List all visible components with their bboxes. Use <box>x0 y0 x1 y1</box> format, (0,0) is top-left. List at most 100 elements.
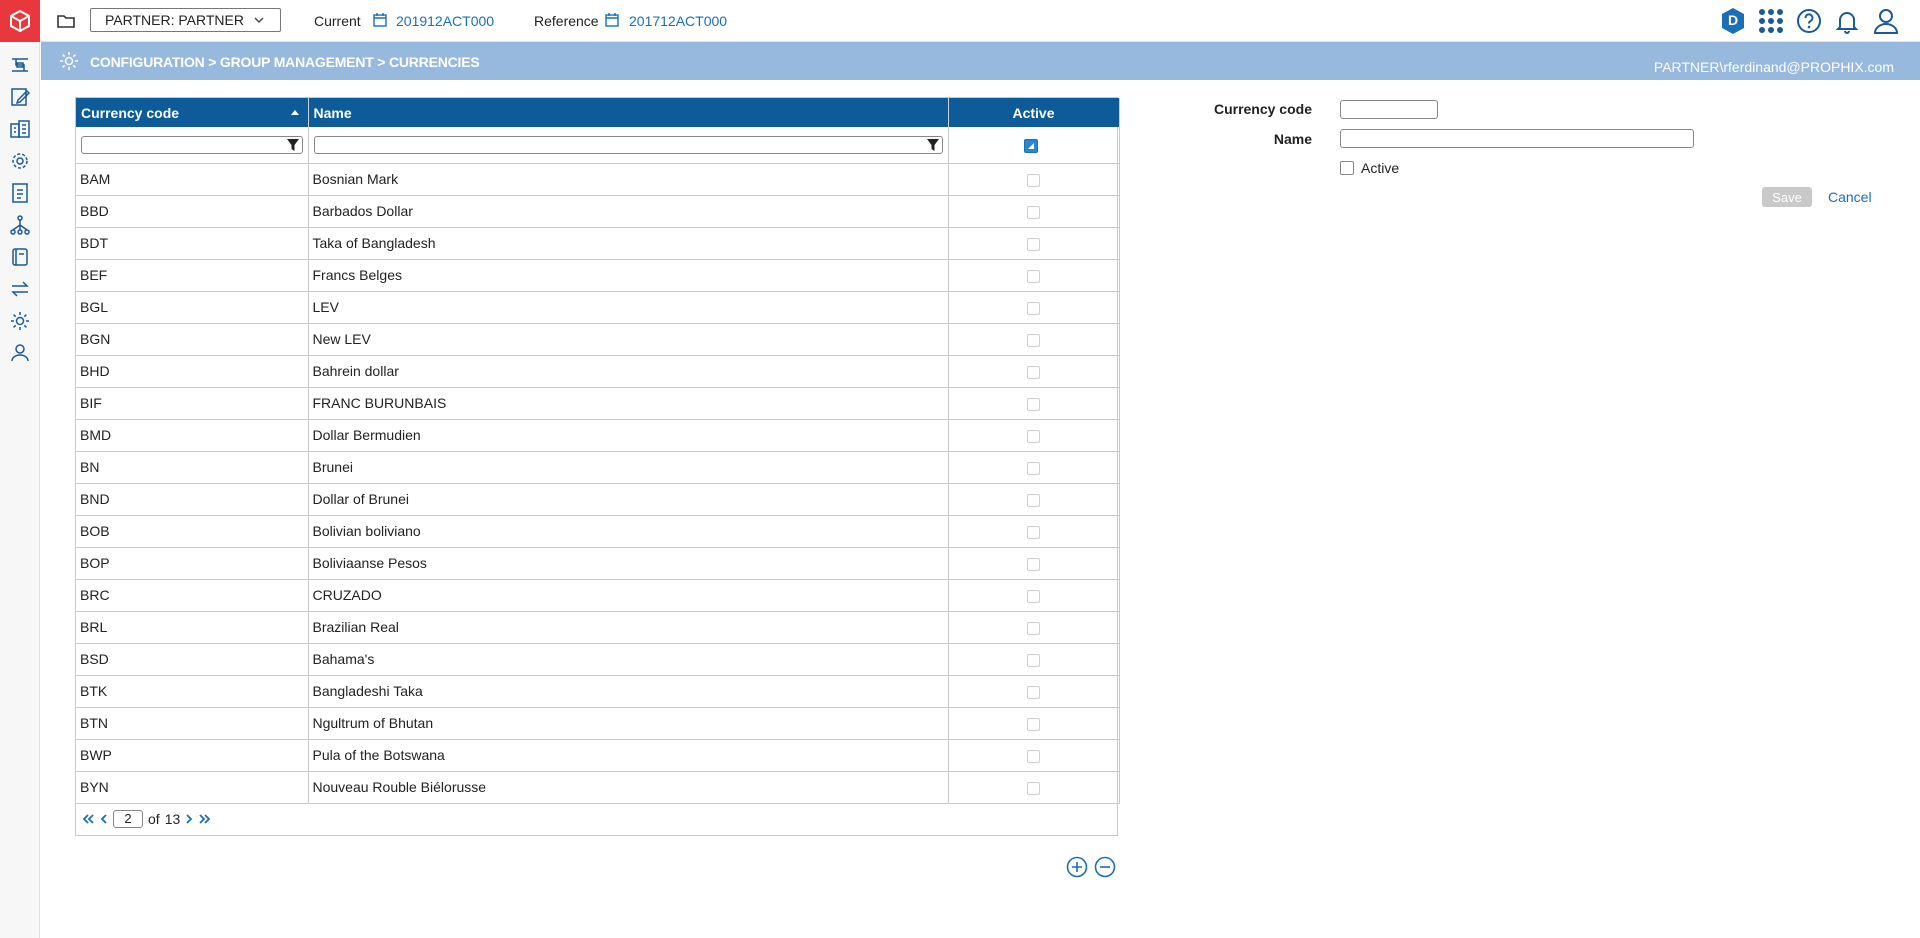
table-row[interactable]: BSD Bahama's <box>76 643 1120 676</box>
add-row-button[interactable] <box>1066 856 1088 878</box>
remove-row-button[interactable] <box>1094 856 1116 878</box>
chevron-left-icon <box>100 814 107 824</box>
first-page-button[interactable] <box>81 813 95 825</box>
cube-logo-icon <box>10 9 30 33</box>
active-checkbox[interactable] <box>1027 461 1040 475</box>
table-row[interactable]: BRL Brazilian Real <box>76 611 1120 644</box>
table-row[interactable]: BIF FRANC BURUNBAIS <box>76 387 1120 420</box>
entity-selector[interactable]: PARTNER: PARTNER <box>90 8 281 32</box>
calendar-icon[interactable] <box>605 12 619 27</box>
column-header-active[interactable]: Active <box>948 98 1120 127</box>
name-input[interactable] <box>1340 129 1694 148</box>
active-checkbox[interactable] <box>1027 301 1040 315</box>
active-checkbox[interactable] <box>1027 525 1040 539</box>
gear-icon <box>12 153 28 169</box>
last-page-button[interactable] <box>198 813 212 825</box>
active-checkbox[interactable] <box>1027 365 1040 379</box>
help-icon[interactable] <box>1796 8 1822 34</box>
currency-code-cell: BRC <box>76 579 309 612</box>
active-checkbox[interactable] <box>1027 749 1040 763</box>
sidebar-item-transfers[interactable] <box>9 278 31 300</box>
user-profile-icon[interactable] <box>1872 8 1900 34</box>
double-chevron-left-icon <box>82 814 94 824</box>
next-page-button[interactable] <box>185 813 193 825</box>
sidebar-item-settings[interactable] <box>9 150 31 172</box>
calendar-icon[interactable] <box>373 12 387 27</box>
active-checkbox[interactable] <box>1027 269 1040 283</box>
table-row[interactable]: BN Brunei <box>76 451 1120 484</box>
sidebar-item-users[interactable] <box>9 342 31 364</box>
active-checkbox[interactable] <box>1027 173 1040 187</box>
folder-icon[interactable] <box>56 11 76 31</box>
page-number-input[interactable]: 2 <box>113 810 143 828</box>
sidebar-item-journal[interactable] <box>9 246 31 268</box>
apps-grid-icon[interactable] <box>1758 8 1784 34</box>
table-row[interactable]: BWP Pula of the Botswana <box>76 739 1120 772</box>
previous-page-button[interactable] <box>100 813 108 825</box>
table-row[interactable]: BBD Barbados Dollar <box>76 195 1120 228</box>
currency-code-filter-input[interactable] <box>81 135 303 154</box>
edit-form-icon <box>11 88 30 106</box>
table-row[interactable]: BDT Taka of Bangladesh <box>76 227 1120 260</box>
sidebar-item-configuration[interactable] <box>9 310 31 332</box>
current-period-link[interactable]: 201912ACT000 <box>396 13 494 29</box>
table-row[interactable]: BOP Boliviaanse Pesos <box>76 547 1120 580</box>
column-header-name[interactable]: Name <box>308 98 949 127</box>
column-header-currency-code[interactable]: Currency code <box>76 98 309 127</box>
sidebar-item-data-entry[interactable] <box>9 86 31 108</box>
active-cell <box>948 419 1120 452</box>
table-row[interactable]: BEF Francs Belges <box>76 259 1120 292</box>
sidebar-item-hierarchy[interactable] <box>9 214 31 236</box>
table-row[interactable]: BOB Bolivian boliviano <box>76 515 1120 548</box>
sort-ascending-icon[interactable] <box>290 108 300 116</box>
active-checkbox[interactable] <box>1027 397 1040 411</box>
active-checkbox[interactable] <box>1027 589 1040 603</box>
bell-icon[interactable] <box>1834 8 1860 34</box>
table-row[interactable]: BRC CRUZADO <box>76 579 1120 612</box>
filter-funnel-icon[interactable] <box>926 138 940 152</box>
table-row[interactable]: BGN New LEV <box>76 323 1120 356</box>
sidebar-item-documents[interactable] <box>9 182 31 204</box>
active-checkbox[interactable] <box>1027 237 1040 251</box>
active-checkbox[interactable] <box>1027 493 1040 507</box>
active-checkbox[interactable] <box>1027 333 1040 347</box>
sidebar-item-workflow[interactable] <box>9 54 31 76</box>
active-cell <box>948 483 1120 516</box>
save-button[interactable]: Save <box>1762 187 1812 207</box>
filter-funnel-icon[interactable] <box>286 138 300 152</box>
d-badge-icon[interactable]: D <box>1720 7 1746 35</box>
active-cell <box>948 579 1120 612</box>
active-checkbox[interactable] <box>1340 161 1354 175</box>
currencies-grid: Currency code Name Active BAM Bosnian Ma… <box>75 97 1120 836</box>
name-filter-input[interactable] <box>313 135 943 154</box>
currency-code-cell: BDT <box>76 227 309 260</box>
table-row[interactable]: BTK Bangladeshi Taka <box>76 675 1120 708</box>
table-row[interactable]: BND Dollar of Brunei <box>76 483 1120 516</box>
active-checkbox[interactable] <box>1027 557 1040 571</box>
active-checkbox[interactable] <box>1027 685 1040 699</box>
currency-code-cell: BIF <box>76 387 309 420</box>
active-checkbox[interactable] <box>1027 717 1040 731</box>
active-checkbox[interactable] <box>1027 429 1040 443</box>
currency-code-cell: BRL <box>76 611 309 644</box>
grid-header-row: Currency code Name Active <box>76 98 1120 127</box>
active-checkbox[interactable] <box>1027 205 1040 219</box>
currency-code-input[interactable] <box>1340 100 1438 119</box>
table-row[interactable]: BHD Bahrein dollar <box>76 355 1120 388</box>
user-group-icon <box>11 344 29 362</box>
reference-period-link[interactable]: 201712ACT000 <box>629 13 727 29</box>
table-row[interactable]: BMD Dollar Bermudien <box>76 419 1120 452</box>
sidebar-item-reports[interactable] <box>9 118 31 140</box>
table-row[interactable]: BTN Ngultrum of Bhutan <box>76 707 1120 740</box>
active-filter-checkbox[interactable] <box>1024 138 1038 153</box>
logged-in-user: PARTNER\rferdinand@PROPHIX.com <box>1653 59 1894 75</box>
filter-cell-code <box>76 127 309 164</box>
table-row[interactable]: BAM Bosnian Mark <box>76 163 1120 196</box>
cancel-button[interactable]: Cancel <box>1828 189 1872 205</box>
active-checkbox[interactable] <box>1027 653 1040 667</box>
active-checkbox[interactable] <box>1027 781 1040 795</box>
active-checkbox[interactable] <box>1027 621 1040 635</box>
app-logo[interactable] <box>0 0 40 42</box>
table-row[interactable]: BYN Nouveau Rouble Biélorusse <box>76 771 1120 804</box>
table-row[interactable]: BGL LEV <box>76 291 1120 324</box>
